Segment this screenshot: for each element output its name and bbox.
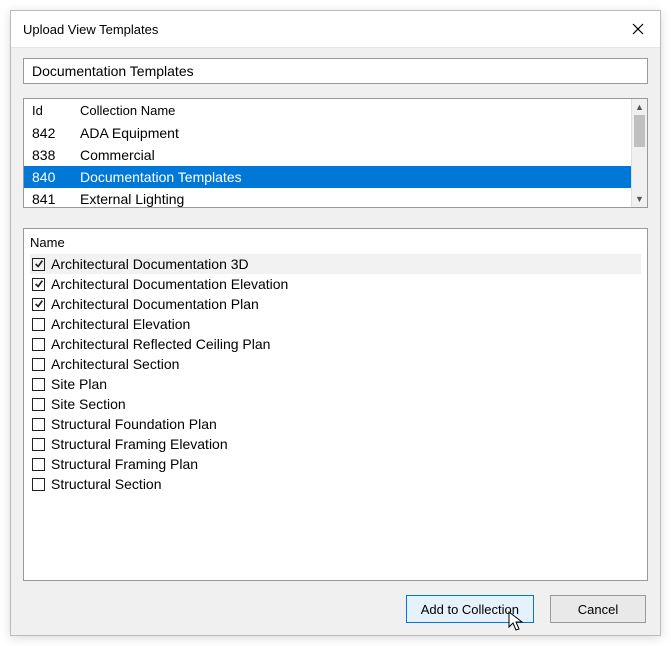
checkbox[interactable] [32, 418, 45, 431]
dialog-content: Id Collection Name 842ADA Equipment838Co… [11, 48, 660, 635]
list-item[interactable]: Architectural Section [30, 354, 641, 374]
list-item[interactable]: Structural Foundation Plan [30, 414, 641, 434]
collection-table: Id Collection Name 842ADA Equipment838Co… [23, 98, 648, 208]
checkbox[interactable] [32, 318, 45, 331]
list-item-label: Structural Framing Plan [51, 454, 198, 474]
collection-table-body: Id Collection Name 842ADA Equipment838Co… [24, 99, 631, 207]
titlebar: Upload View Templates [11, 11, 660, 48]
dialog-title: Upload View Templates [23, 22, 158, 37]
list-item[interactable]: Architectural Elevation [30, 314, 641, 334]
list-item-label: Architectural Section [51, 354, 179, 374]
collection-table-header: Id Collection Name [24, 99, 631, 122]
table-row[interactable]: 842ADA Equipment [24, 122, 631, 144]
header-id: Id [24, 103, 80, 118]
list-item[interactable]: Structural Framing Elevation [30, 434, 641, 454]
add-to-collection-button[interactable]: Add to Collection [406, 595, 534, 623]
scroll-down-icon[interactable]: ▼ [632, 191, 647, 207]
checkbox[interactable] [32, 398, 45, 411]
dialog-buttons: Add to Collection Cancel [23, 581, 648, 623]
cell-id: 841 [24, 189, 80, 207]
cell-id: 842 [24, 123, 80, 143]
table-row[interactable]: 840Documentation Templates [24, 166, 631, 188]
dialog-window: Upload View Templates Id Collection Name… [10, 10, 661, 636]
cancel-button[interactable]: Cancel [550, 595, 646, 623]
list-item-label: Site Section [51, 394, 126, 414]
checkbox[interactable] [32, 258, 45, 271]
checkbox[interactable] [32, 358, 45, 371]
list-item[interactable]: Structural Framing Plan [30, 454, 641, 474]
list-item-label: Architectural Documentation Elevation [51, 274, 288, 294]
list-item-label: Structural Foundation Plan [51, 414, 217, 434]
cell-collection-name: Commercial [80, 145, 631, 165]
checkbox[interactable] [32, 298, 45, 311]
list-item-label: Architectural Elevation [51, 314, 190, 334]
checkbox[interactable] [32, 378, 45, 391]
list-item[interactable]: Architectural Documentation Elevation [30, 274, 641, 294]
close-icon [632, 23, 644, 35]
cell-collection-name: Documentation Templates [80, 167, 631, 187]
list-item[interactable]: Structural Section [30, 474, 641, 494]
templates-header: Name [30, 231, 641, 254]
list-item-label: Architectural Documentation 3D [51, 254, 249, 274]
list-item[interactable]: Architectural Reflected Ceiling Plan [30, 334, 641, 354]
checkbox[interactable] [32, 338, 45, 351]
list-item[interactable]: Site Plan [30, 374, 641, 394]
checkbox[interactable] [32, 458, 45, 471]
cell-id: 840 [24, 167, 80, 187]
list-item-label: Structural Framing Elevation [51, 434, 228, 454]
close-button[interactable] [628, 19, 648, 39]
checkbox[interactable] [32, 278, 45, 291]
templates-panel: Name Architectural Documentation 3DArchi… [23, 228, 648, 581]
checkbox[interactable] [32, 478, 45, 491]
list-item-label: Structural Section [51, 474, 162, 494]
checkbox[interactable] [32, 438, 45, 451]
list-item-label: Architectural Documentation Plan [51, 294, 259, 314]
cell-id: 838 [24, 145, 80, 165]
list-item-label: Architectural Reflected Ceiling Plan [51, 334, 270, 354]
table-row[interactable]: 838Commercial [24, 144, 631, 166]
header-collection-name: Collection Name [80, 103, 631, 118]
list-item-label: Site Plan [51, 374, 107, 394]
cell-collection-name: ADA Equipment [80, 123, 631, 143]
list-item[interactable]: Architectural Documentation 3D [30, 254, 641, 274]
list-item[interactable]: Site Section [30, 394, 641, 414]
table-row[interactable]: 841External Lighting [24, 188, 631, 207]
search-input[interactable] [23, 58, 648, 84]
scroll-up-icon[interactable]: ▲ [632, 99, 647, 115]
list-item[interactable]: Architectural Documentation Plan [30, 294, 641, 314]
cell-collection-name: External Lighting [80, 189, 631, 207]
collection-scrollbar[interactable]: ▲ ▼ [631, 99, 647, 207]
scroll-thumb[interactable] [634, 115, 645, 147]
